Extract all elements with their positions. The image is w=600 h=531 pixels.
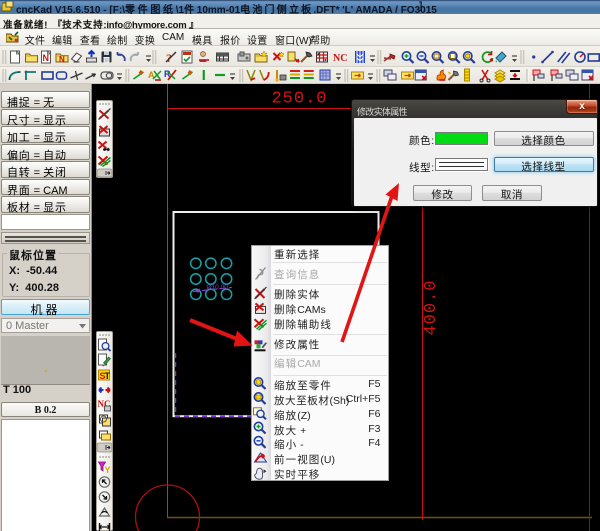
svg-text:N: N — [59, 55, 65, 64]
svg-text:400.0: 400.0 — [422, 279, 441, 335]
svg-text:N: N — [43, 53, 50, 63]
svg-text:Y: Y — [105, 465, 111, 475]
svg-text:T: T — [105, 371, 111, 381]
svg-text:NC: NC — [333, 53, 347, 64]
svg-text:Ø10.00: Ø10.00 — [207, 284, 229, 291]
svg-text:250.0: 250.0 — [271, 90, 327, 109]
